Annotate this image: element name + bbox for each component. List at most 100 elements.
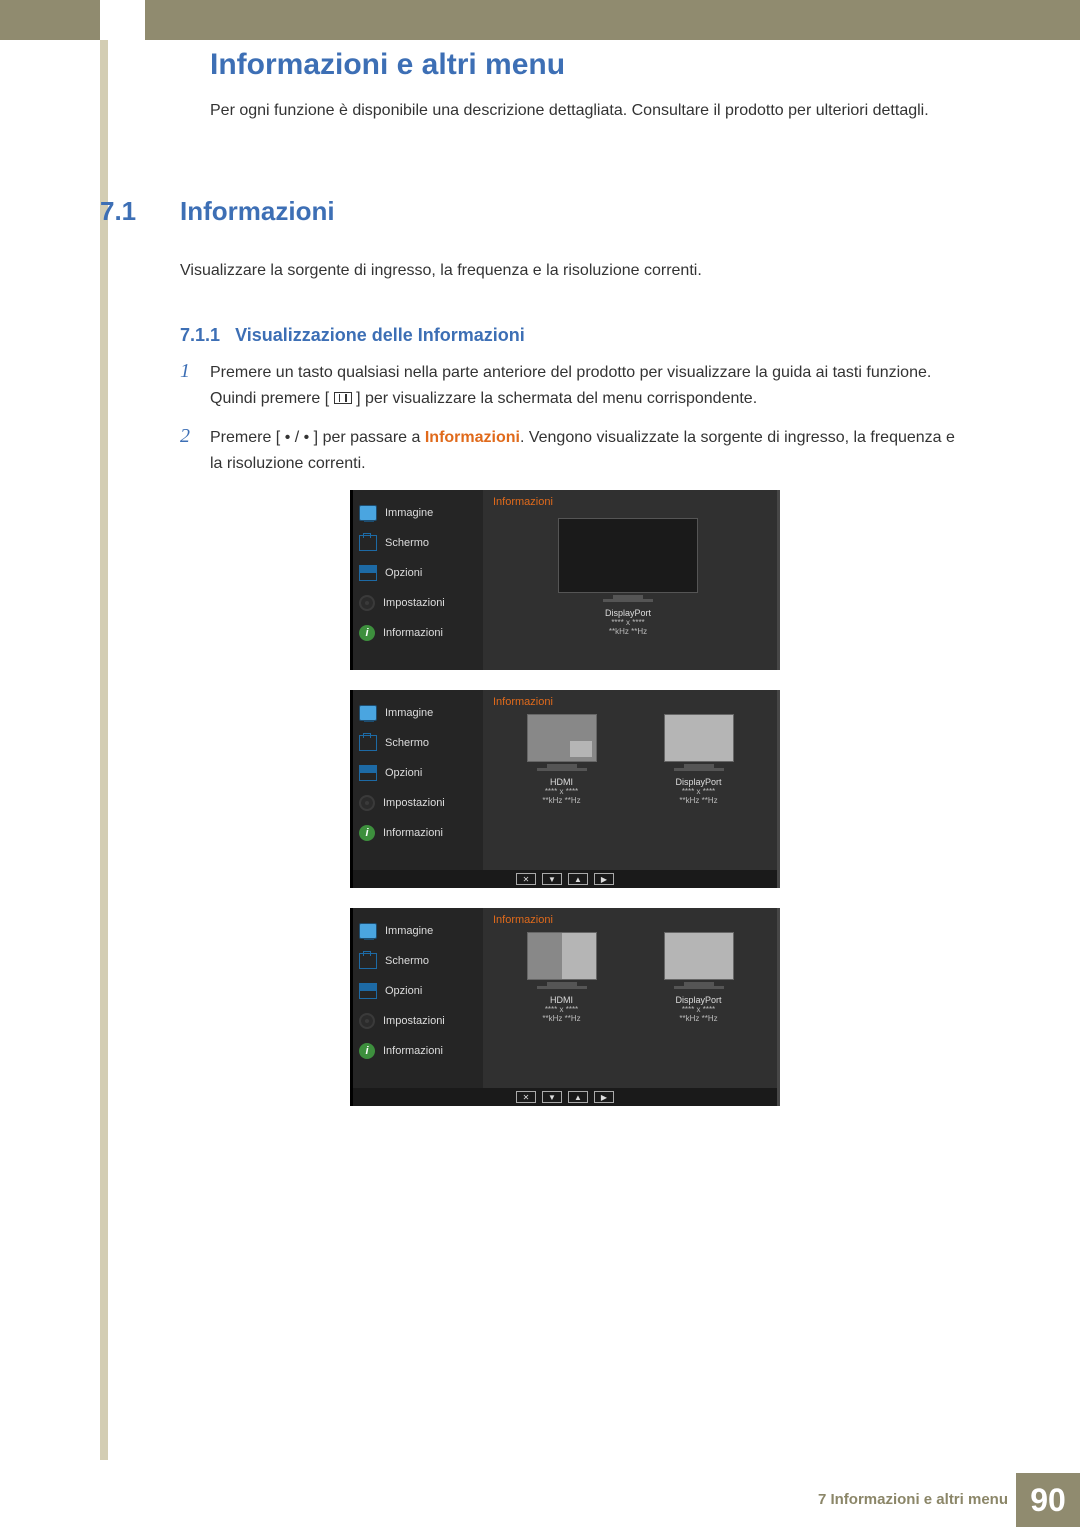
nav-close-button[interactable]: ✕ — [516, 1091, 536, 1103]
osd-menu-label: Schermo — [385, 737, 429, 749]
monitor-screen — [527, 932, 597, 980]
osd-panel-single: Immagine Schermo Opzioni Impostazioni iI… — [350, 490, 780, 670]
osd-menu-label: Impostazioni — [383, 1015, 445, 1027]
step-text: Premere [ • / • ] per passare a Informaz… — [210, 425, 960, 476]
dual-monitor-area: HDMI **** x **** **kHz **Hz DisplayPort … — [483, 714, 777, 805]
nav-right-button[interactable]: ▶ — [594, 873, 614, 885]
top-bar — [0, 0, 1080, 40]
step-2-accent: Informazioni — [425, 429, 520, 446]
step-number: 2 — [180, 425, 210, 476]
monitor-screen — [558, 518, 698, 593]
osd-panel-pbp: Immagine Schermo Opzioni Impostazioni iI… — [350, 908, 780, 1106]
subsection-number: 7.1.1 — [180, 325, 220, 345]
monitor-diagram-left: HDMI **** x **** **kHz **Hz — [502, 714, 622, 805]
monitor-base — [537, 768, 587, 771]
left-margin-bar — [100, 40, 108, 1460]
osd-menu-opzioni[interactable]: Opzioni — [359, 558, 477, 588]
monitor-diagram-right: DisplayPort **** x **** **kHz **Hz — [639, 714, 759, 805]
step-1-post: ] per visualizzare la schermata del menu… — [356, 390, 757, 407]
subsection-title: Visualizzazione delle Informazioni — [235, 325, 525, 345]
osd-menu-label: Opzioni — [385, 985, 422, 997]
frequency-label: **kHz **Hz — [542, 796, 580, 805]
nav-up-button[interactable]: ▲ — [568, 873, 588, 885]
port-label: DisplayPort — [675, 777, 721, 787]
info-icon: i — [359, 825, 375, 841]
settings-icon — [359, 795, 375, 811]
info-icon: i — [359, 625, 375, 641]
osd-menu-label: Impostazioni — [383, 797, 445, 809]
osd-menu-label: Immagine — [385, 507, 433, 519]
osd-menu-impostazioni[interactable]: Impostazioni — [359, 788, 477, 818]
port-label: DisplayPort — [605, 608, 651, 618]
frequency-label: **kHz **Hz — [542, 1014, 580, 1023]
osd-menu-impostazioni[interactable]: Impostazioni — [359, 1006, 477, 1036]
port-label: HDMI — [550, 995, 573, 1005]
nav-up-button[interactable]: ▲ — [568, 1091, 588, 1103]
osd-menu-schermo[interactable]: Schermo — [359, 528, 477, 558]
nav-right-button[interactable]: ▶ — [594, 1091, 614, 1103]
osd-menu-label: Opzioni — [385, 567, 422, 579]
chapter-title: Informazioni e altri menu — [210, 48, 565, 82]
osd-menu-impostazioni[interactable]: Impostazioni — [359, 588, 477, 618]
resolution-label: **** x **** — [545, 787, 578, 796]
osd-menu-schermo[interactable]: Schermo — [359, 946, 477, 976]
osd-menu-label: Schermo — [385, 537, 429, 549]
step-text: Premere un tasto qualsiasi nella parte a… — [210, 360, 960, 411]
osd-nav-bar: ✕ ▼ ▲ ▶ — [350, 870, 780, 888]
osd-menu-immagine[interactable]: Immagine — [359, 698, 477, 728]
osd-menu-list: Immagine Schermo Opzioni Impostazioni iI… — [353, 908, 483, 1088]
monitor-diagram-right: DisplayPort **** x **** **kHz **Hz — [639, 932, 759, 1023]
osd-menu-informazioni[interactable]: iInformazioni — [359, 818, 477, 848]
osd-menu-list: Immagine Schermo Opzioni Impostazioni iI… — [353, 490, 483, 670]
picture-icon — [359, 923, 377, 939]
page-footer: 7 Informazioni e altri menu 90 — [0, 1473, 1080, 1527]
options-icon — [359, 565, 377, 581]
osd-menu-informazioni[interactable]: i Informazioni — [359, 618, 477, 648]
osd-content-pane: Informazioni HDMI **** x **** **kHz **Hz — [483, 908, 777, 1088]
pip-sub-window — [570, 741, 592, 757]
resolution-label: **** x **** — [545, 1005, 578, 1014]
options-icon — [359, 765, 377, 781]
monitor-diagram-left: HDMI **** x **** **kHz **Hz — [502, 932, 622, 1023]
monitor-base — [537, 986, 587, 989]
osd-pane-title: Informazioni — [483, 490, 777, 514]
osd-menu-immagine[interactable]: Immagine — [359, 916, 477, 946]
nav-down-button[interactable]: ▼ — [542, 873, 562, 885]
nav-down-button[interactable]: ▼ — [542, 1091, 562, 1103]
osd-menu-opzioni[interactable]: Opzioni — [359, 758, 477, 788]
resolution-label: **** x **** — [682, 1005, 715, 1014]
monitor-base — [603, 599, 653, 602]
menu-button-icon — [334, 392, 352, 404]
step-2: 2 Premere [ • / • ] per passare a Inform… — [180, 425, 960, 476]
screen-icon — [359, 535, 377, 551]
osd-nav-bar: ✕ ▼ ▲ ▶ — [350, 1088, 780, 1106]
monitor-screen — [527, 714, 597, 762]
steps-list: 1 Premere un tasto qualsiasi nella parte… — [180, 360, 960, 490]
picture-icon — [359, 705, 377, 721]
osd-menu-label: Informazioni — [383, 627, 443, 639]
options-icon — [359, 983, 377, 999]
monitor-base — [674, 768, 724, 771]
monitor-diagram: DisplayPort **** x **** **kHz **Hz — [518, 518, 738, 636]
osd-menu-label: Impostazioni — [383, 597, 445, 609]
screen-icon — [359, 735, 377, 751]
resolution-label: **** x **** — [682, 787, 715, 796]
osd-menu-schermo[interactable]: Schermo — [359, 728, 477, 758]
port-label: HDMI — [550, 777, 573, 787]
osd-pane-title: Informazioni — [483, 690, 777, 714]
monitor-base — [674, 986, 724, 989]
osd-menu-label: Immagine — [385, 707, 433, 719]
osd-menu-opzioni[interactable]: Opzioni — [359, 976, 477, 1006]
osd-menu-immagine[interactable]: Immagine — [359, 498, 477, 528]
nav-close-button[interactable]: ✕ — [516, 873, 536, 885]
subsection-heading: 7.1.1 Visualizzazione delle Informazioni — [180, 325, 525, 346]
resolution-label: **** x **** — [611, 618, 644, 627]
osd-panel-pip: Immagine Schermo Opzioni Impostazioni iI… — [350, 690, 780, 888]
osd-menu-informazioni[interactable]: iInformazioni — [359, 1036, 477, 1066]
monitor-screen — [664, 714, 734, 762]
osd-menu-label: Informazioni — [383, 1045, 443, 1057]
monitor-screen — [664, 932, 734, 980]
screen-icon — [359, 953, 377, 969]
osd-menu-label: Schermo — [385, 955, 429, 967]
picture-icon — [359, 505, 377, 521]
